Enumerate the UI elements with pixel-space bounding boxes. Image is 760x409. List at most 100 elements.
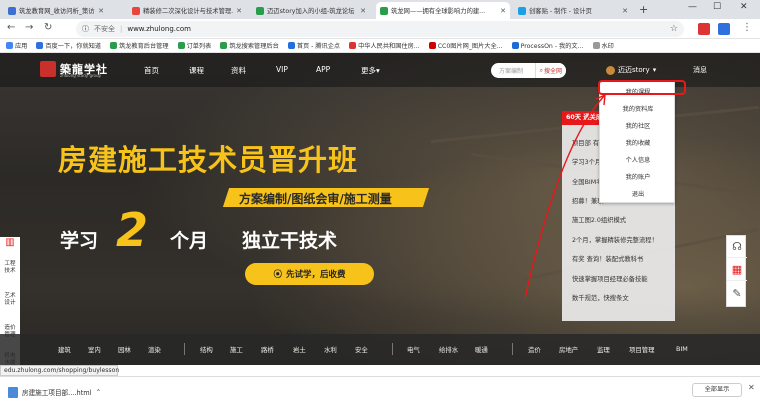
bookmarks-bar: 应用 百度一下，你就知道 筑龙教育后台管理 订单列表 筑龙搜索管理后台 首页 -… <box>0 39 760 53</box>
chart-icon: ▥ <box>5 237 15 248</box>
bookmark-baidu[interactable]: 百度一下，你就知道 <box>36 41 101 50</box>
browser-menu-icon[interactable]: ⋮ <box>742 22 752 33</box>
chevron-up-icon[interactable]: ⌃ <box>96 388 102 396</box>
category-divider <box>392 343 393 355</box>
category-link[interactable]: BIM <box>676 345 688 353</box>
category-link[interactable]: 渲染 <box>148 345 161 354</box>
banner-big-number: 2 <box>116 203 149 257</box>
logo-tagline: zhulong study group <box>60 73 102 78</box>
sidebar-item-art[interactable]: 艺术 设计 <box>0 293 20 307</box>
tab-title: 筑龙网——拥有全球影响力的建... <box>391 8 486 15</box>
zhulong-icon <box>110 42 118 49</box>
nav-app[interactable]: APP <box>316 65 330 74</box>
banner-line-skill: 独立干技术 <box>242 230 338 252</box>
category-divider <box>512 343 513 355</box>
tab-close-icon[interactable]: ✕ <box>360 7 366 15</box>
tab-favicon-icon <box>380 6 388 15</box>
tab-close-icon[interactable]: ✕ <box>622 7 628 15</box>
nav-home[interactable]: 首页 <box>144 65 159 76</box>
maximize-button[interactable]: ☐ <box>713 2 721 12</box>
messages-link[interactable]: 消息 <box>693 65 707 75</box>
annotation-arrow <box>524 94 606 299</box>
category-link[interactable]: 安全 <box>355 345 368 354</box>
info-icon[interactable]: ⓘ <box>82 24 89 34</box>
banner-headline: 房建施工技术员晋升班 <box>58 143 359 177</box>
category-divider <box>184 343 185 355</box>
web-page: 築龍学社 zhulong study group 首页 课程 资料 VIP AP… <box>0 53 760 365</box>
category-link[interactable]: 施工 <box>230 345 243 354</box>
site-logo[interactable]: 築龍学社 zhulong study group <box>40 61 108 78</box>
bookmark-cc0[interactable]: CC0图片网_图片大全... <box>428 41 503 50</box>
close-window-button[interactable]: ✕ <box>740 2 748 12</box>
forward-arrow-icon[interactable]: → <box>25 22 33 33</box>
new-tab-button[interactable]: + <box>639 3 648 16</box>
sidebar-item-engineering[interactable]: 工程 技术 <box>0 261 20 275</box>
gov-emblem-icon <box>349 42 357 49</box>
bookmark-edu-admin[interactable]: 筑龙教育后台管理 <box>110 41 169 50</box>
category-link[interactable]: 结构 <box>200 345 213 354</box>
tab-close-icon[interactable]: ✕ <box>98 7 104 15</box>
browser-tab-4-active[interactable]: 筑龙网——拥有全球影响力的建... ✕ <box>376 2 510 19</box>
tab-favicon-icon <box>132 6 140 15</box>
extension-icon[interactable] <box>698 23 710 35</box>
category-link[interactable]: 给排水 <box>439 345 458 354</box>
address-toolbar: ← → ↻ ⓘ 不安全 | www.zhulong.com ☆ <box>0 19 760 39</box>
category-link[interactable]: 路桥 <box>261 345 274 354</box>
tab-title: 筑龙教育网_收访问析_策访问析 <box>19 8 95 15</box>
bookmark-watermark[interactable]: 水印 <box>592 41 614 50</box>
download-filename: 房建施工项目部....html <box>22 389 92 397</box>
tab-title: 创客贴 - 制作 - 设计页 <box>529 8 592 15</box>
browser-tab-5[interactable]: 创客贴 - 制作 - 设计页 ✕ <box>514 2 632 19</box>
category-link[interactable]: 房地产 <box>559 345 578 354</box>
customer-service-icon[interactable]: ☊ <box>727 236 747 258</box>
category-link[interactable]: 项目管理 <box>629 345 655 354</box>
chevron-down-icon: ▾ <box>652 66 657 74</box>
html-file-icon <box>8 386 18 398</box>
location-pin-icon: ⦿ <box>273 270 282 280</box>
browser-tab-1[interactable]: 筑龙教育网_收访问析_策访问析 ✕ <box>4 2 108 19</box>
browser-tab-2[interactable]: 精装修二次深化设计与技术管理... ✕ <box>128 2 246 19</box>
url-field[interactable]: ⓘ 不安全 | www.zhulong.com ☆ <box>76 21 684 37</box>
processon-icon <box>511 42 519 49</box>
bookmark-apps[interactable]: 应用 <box>6 41 27 50</box>
qr-code-icon[interactable]: ▦ <box>727 259 747 281</box>
nav-vip[interactable]: VIP <box>276 65 288 74</box>
category-link[interactable]: 水利 <box>324 345 337 354</box>
category-link[interactable]: 造价 <box>528 345 541 354</box>
category-link[interactable]: 室内 <box>88 345 101 354</box>
extension-icon[interactable] <box>718 23 730 35</box>
category-link[interactable]: 暖通 <box>475 345 488 354</box>
category-link[interactable]: 建筑 <box>58 345 71 354</box>
category-link[interactable]: 园林 <box>118 345 131 354</box>
download-item[interactable]: 房建施工项目部....html ⌃ <box>8 382 133 402</box>
feedback-icon[interactable]: ✎ <box>727 282 747 304</box>
nav-courses[interactable]: 课程 <box>189 65 204 76</box>
zhulong-icon <box>177 42 185 49</box>
status-bar-url: edu.zhulong.com/shopping/buylesson <box>0 365 119 376</box>
banner-subtitle: 方案编制/图纸会审/施工测量 <box>239 192 392 206</box>
bookmark-orders[interactable]: 订单列表 <box>177 41 211 50</box>
category-link[interactable]: 电气 <box>407 345 420 354</box>
bookmark-processon[interactable]: ProcessOn - 我的文... <box>511 41 584 50</box>
bookmark-mohurd[interactable]: 中华人民共和国住房... <box>349 41 420 50</box>
url-text: www.zhulong.com <box>127 25 191 33</box>
zhulong-icon <box>220 42 228 49</box>
browser-tab-3[interactable]: 迈迈story加入的小组-筑龙论坛 ✕ <box>252 2 370 19</box>
bookmark-qidian[interactable]: 首页 - 腾讯企点 <box>287 41 340 50</box>
bookmark-search-admin[interactable]: 筑龙搜索管理后台 <box>220 41 279 50</box>
show-all-downloads-button[interactable]: 全部显示 <box>692 383 742 397</box>
trial-cta-button[interactable]: ⦿ 先试学，后收费 <box>245 263 374 285</box>
tab-close-icon[interactable]: ✕ <box>500 7 506 15</box>
tab-close-icon[interactable]: ✕ <box>236 7 242 15</box>
nav-resources[interactable]: 资料 <box>231 65 246 76</box>
reload-icon[interactable]: ↻ <box>44 22 52 33</box>
minimize-button[interactable]: — <box>688 2 697 12</box>
close-download-bar-icon[interactable]: ✕ <box>748 383 755 392</box>
tab-favicon-icon <box>256 6 264 15</box>
back-arrow-icon[interactable]: ← <box>7 22 15 33</box>
bookmark-star-icon[interactable]: ☆ <box>670 24 678 34</box>
category-link[interactable]: 岩土 <box>293 345 306 354</box>
nav-more[interactable]: 更多▾ <box>361 65 380 76</box>
category-link[interactable]: 监理 <box>597 345 610 354</box>
tab-favicon-icon <box>8 6 16 15</box>
